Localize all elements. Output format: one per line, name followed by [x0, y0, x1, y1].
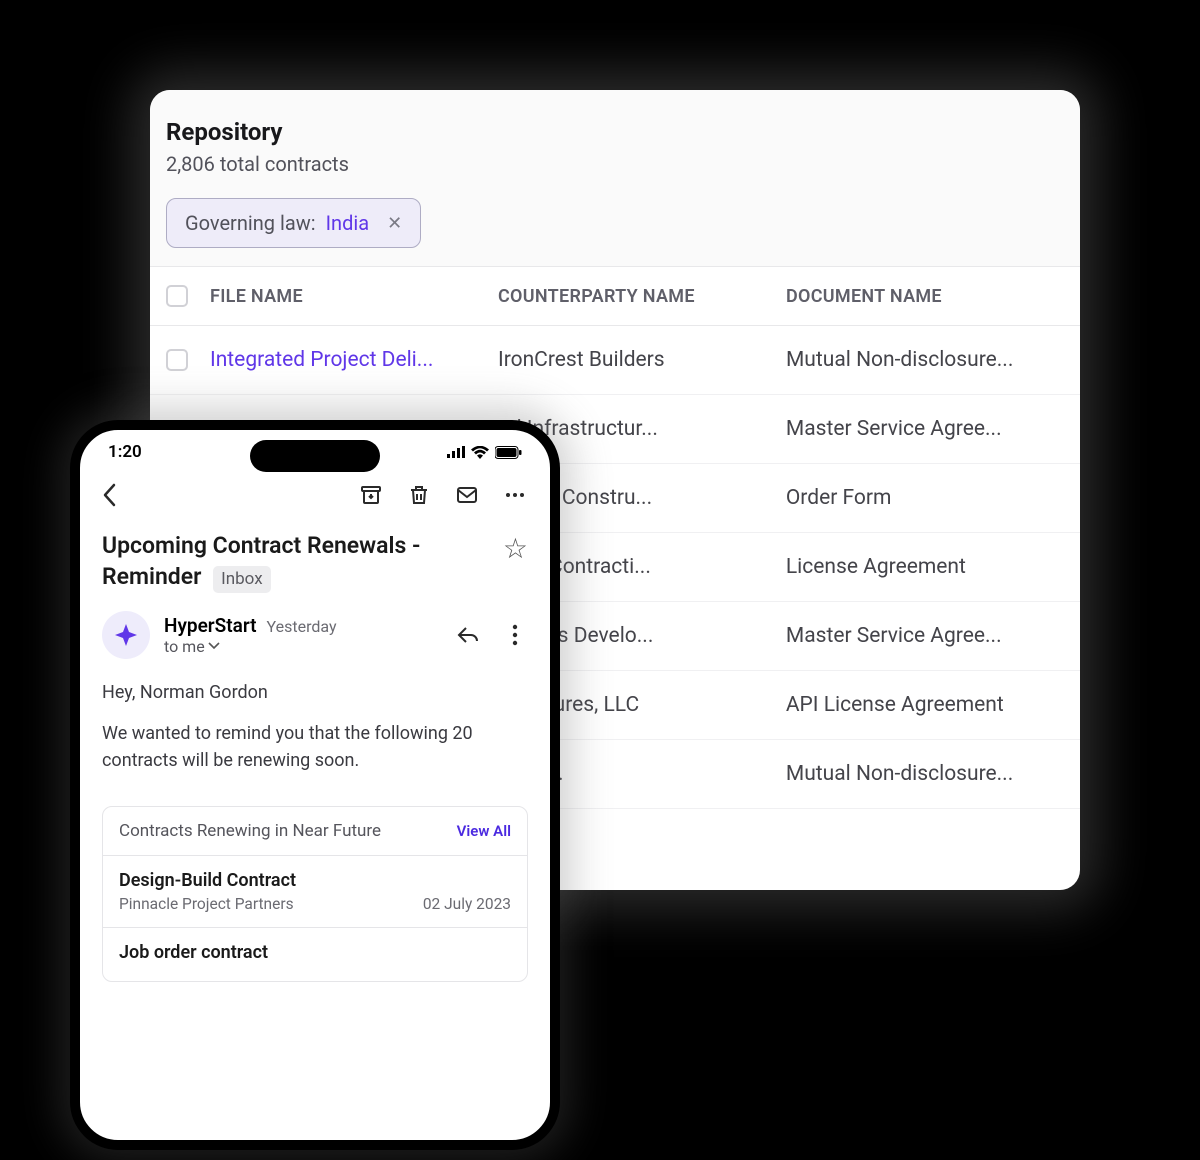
signal-icon — [447, 446, 465, 458]
renewal-item-title: Job order contract — [119, 942, 511, 963]
table-header-row: FILE NAME COUNTERPARTY NAME DOCUMENT NAM… — [150, 267, 1080, 326]
cell-document-name: Master Service Agree... — [786, 624, 1064, 648]
select-all-checkbox[interactable] — [166, 285, 188, 307]
wifi-icon — [471, 446, 489, 459]
renewal-card-title: Contracts Renewing in Near Future — [119, 821, 381, 841]
recipient-text: to me — [164, 637, 205, 656]
more-vertical-icon[interactable] — [502, 622, 528, 648]
column-counterparty[interactable]: COUNTERPARTY NAME — [498, 286, 786, 307]
mail-subject-row: Upcoming Contract Renewals - Reminder In… — [80, 518, 550, 611]
column-file-name[interactable]: FILE NAME — [210, 286, 498, 307]
cell-document-name: Master Service Agree... — [786, 417, 1064, 441]
renewal-item-party: Pinnacle Project Partners — [119, 895, 294, 913]
cell-file-name[interactable]: Integrated Project Deli... — [210, 348, 498, 372]
folder-tag[interactable]: Inbox — [213, 566, 271, 593]
star-icon[interactable]: ☆ — [503, 532, 528, 565]
filter-label: Governing law: — [185, 211, 316, 235]
chevron-down-icon — [208, 642, 220, 650]
view-all-link[interactable]: View All — [457, 822, 511, 840]
row-checkbox[interactable] — [166, 349, 188, 371]
filter-value: India — [326, 211, 370, 235]
delete-icon[interactable] — [406, 482, 432, 508]
mail-body: Hey, Norman Gordon We wanted to remind y… — [80, 679, 550, 806]
mail-paragraph: We wanted to remind you that the followi… — [102, 720, 528, 774]
phone-mockup: 1:20 Upcoming Contract Renewals - Remind… — [70, 420, 560, 1150]
repository-subtitle: 2,806 total contracts — [166, 152, 1064, 176]
reply-icon[interactable] — [456, 622, 482, 648]
cell-document-name: Mutual Non-disclosure... — [786, 762, 1064, 786]
table-row[interactable]: Integrated Project Deli...IronCrest Buil… — [150, 326, 1080, 395]
renewal-list: Design-Build Contract Pinnacle Project Pa… — [103, 856, 527, 981]
renewal-item-date: 02 July 2023 — [423, 895, 511, 913]
sender-avatar[interactable] — [102, 611, 150, 659]
renewal-item[interactable]: Design-Build Contract Pinnacle Project Pa… — [103, 856, 527, 928]
archive-icon[interactable] — [358, 482, 384, 508]
cell-document-name: Order Form — [786, 486, 1064, 510]
renewal-card: Contracts Renewing in Near Future View A… — [102, 806, 528, 982]
renewal-item-title: Design-Build Contract — [119, 870, 511, 891]
status-time: 1:20 — [108, 442, 142, 462]
column-document-name[interactable]: DOCUMENT NAME — [786, 286, 1064, 307]
sender-name[interactable]: HyperStart — [164, 614, 257, 637]
renewal-item[interactable]: Job order contract — [103, 928, 527, 981]
cell-document-name: Mutual Non-disclosure... — [786, 348, 1064, 372]
close-icon[interactable]: ✕ — [387, 213, 402, 234]
filter-chip-governing-law[interactable]: Governing law: India ✕ — [166, 198, 421, 248]
mail-greeting: Hey, Norman Gordon — [102, 679, 528, 706]
mail-meta: HyperStart Yesterday to me — [80, 611, 550, 679]
mail-toolbar — [80, 468, 550, 518]
mail-subject: Upcoming Contract Renewals - Reminder In… — [102, 530, 487, 593]
repository-header: Repository 2,806 total contracts Governi… — [150, 90, 1080, 267]
cell-counterparty: IronCrest Builders — [498, 348, 786, 372]
battery-icon — [495, 446, 522, 459]
back-button[interactable] — [102, 483, 116, 507]
mail-icon[interactable] — [454, 482, 480, 508]
cell-document-name: License Agreement — [786, 555, 1064, 579]
mail-time: Yesterday — [267, 617, 337, 636]
repository-title: Repository — [166, 118, 1064, 146]
phone-notch — [250, 440, 380, 472]
more-icon[interactable] — [502, 482, 528, 508]
renewal-card-header: Contracts Renewing in Near Future View A… — [103, 807, 527, 856]
recipient-line[interactable]: to me — [164, 637, 442, 656]
cell-document-name: API License Agreement — [786, 693, 1064, 717]
